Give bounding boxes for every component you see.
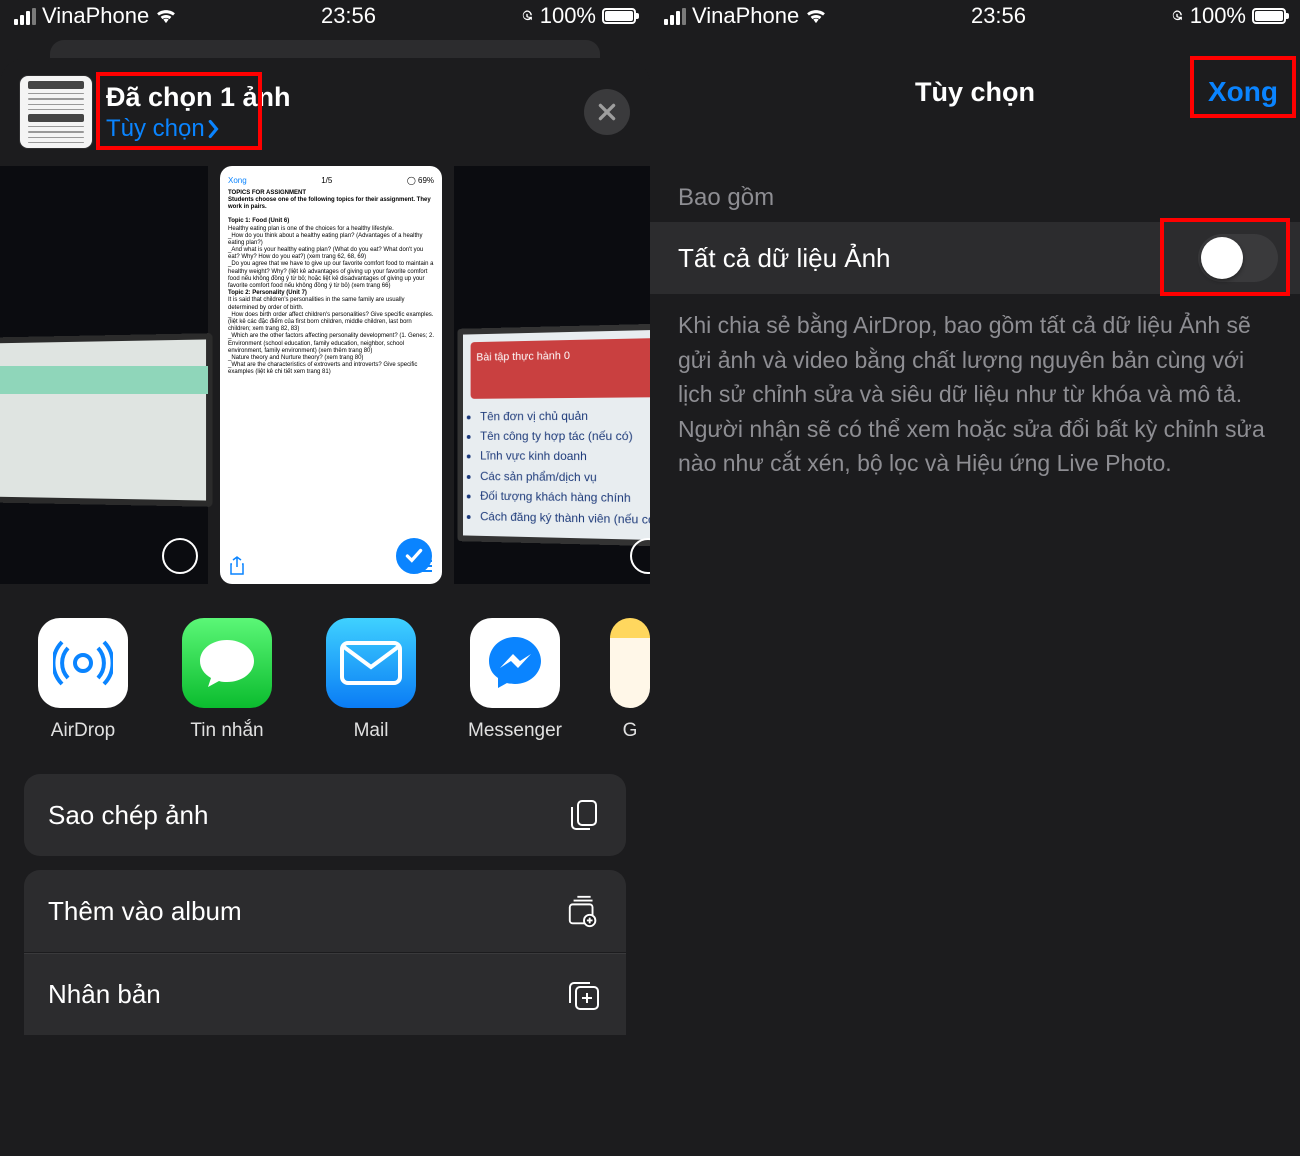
selected-thumbnail[interactable] xyxy=(20,76,92,148)
add-album-icon xyxy=(566,893,602,929)
battery-icon xyxy=(1252,8,1286,24)
options-header: Tùy chọn Xong xyxy=(650,60,1300,124)
copy-icon xyxy=(566,797,602,833)
rotation-lock-icon xyxy=(1170,7,1184,25)
row-label: Tất cả dữ liệu Ảnh xyxy=(678,243,891,274)
action-add-to-album[interactable]: Thêm vào album xyxy=(24,870,626,952)
close-icon xyxy=(596,101,618,123)
battery-text: 100% xyxy=(1190,3,1246,29)
share-sheet-header: Đã chọn 1 ảnh Tùy chọn xyxy=(0,76,650,166)
messages-icon xyxy=(182,618,272,708)
selection-circle[interactable] xyxy=(162,538,198,574)
photo-item[interactable]: Bài tập thực hành 0 Tên đơn vị chủ quản … xyxy=(454,166,650,584)
phone-left: VinaPhone 23:56 100% Đã chọn 1 ảnh Tùy c… xyxy=(0,0,650,1156)
options-title: Tùy chọn xyxy=(915,77,1035,108)
share-actions: Sao chép ảnh Thêm vào album Nhân bản xyxy=(0,774,650,1035)
toggle-all-photo-data[interactable] xyxy=(1198,234,1278,282)
clock: 23:56 xyxy=(971,3,1026,29)
battery-text: 100% xyxy=(540,3,596,29)
share-app-more[interactable]: G xyxy=(610,618,650,742)
phone-right: VinaPhone 23:56 100% Tùy chọn Xong Bao g… xyxy=(650,0,1300,1156)
signal-icon xyxy=(664,8,686,25)
signal-icon xyxy=(14,8,36,25)
hint-text: Khi chia sẻ bằng AirDrop, bao gồm tất cả… xyxy=(650,294,1300,481)
duplicate-icon xyxy=(566,977,602,1013)
mail-icon xyxy=(326,618,416,708)
share-icon[interactable] xyxy=(228,556,246,576)
rotation-lock-icon xyxy=(520,7,534,25)
action-copy-photo[interactable]: Sao chép ảnh xyxy=(24,774,626,856)
all-photo-data-row[interactable]: Tất cả dữ liệu Ảnh xyxy=(650,222,1300,294)
share-app-messages[interactable]: Tin nhắn xyxy=(178,618,276,742)
share-sheet: Đã chọn 1 ảnh Tùy chọn Xong1/5◯ 69 xyxy=(0,58,650,1156)
close-button[interactable] xyxy=(584,89,630,135)
toggle-knob xyxy=(1201,237,1243,279)
battery-icon xyxy=(602,8,636,24)
section-label: Bao gồm xyxy=(650,124,1300,222)
selection-title: Đã chọn 1 ảnh xyxy=(106,82,570,113)
carrier: VinaPhone xyxy=(692,3,799,29)
wifi-icon xyxy=(155,8,177,24)
options-link[interactable]: Tùy chọn xyxy=(106,115,570,143)
share-app-row[interactable]: AirDrop Tin nhắn Mail Messenger xyxy=(0,618,650,774)
wifi-icon xyxy=(805,8,827,24)
share-app-messenger[interactable]: Messenger xyxy=(466,618,564,742)
share-app-airdrop[interactable]: AirDrop xyxy=(34,618,132,742)
photo-strip[interactable]: Xong1/5◯ 69% TOPICS FOR ASSIGNMENT Stude… xyxy=(0,166,650,618)
share-app-mail[interactable]: Mail xyxy=(322,618,420,742)
status-bar: VinaPhone 23:56 100% xyxy=(650,0,1300,32)
clock: 23:56 xyxy=(321,3,376,29)
chevron-right-icon xyxy=(207,119,221,139)
photo-item[interactable] xyxy=(0,166,208,584)
carrier: VinaPhone xyxy=(42,3,149,29)
action-duplicate[interactable]: Nhân bản xyxy=(24,953,626,1035)
status-bar: VinaPhone 23:56 100% xyxy=(0,0,650,32)
done-button[interactable]: Xong xyxy=(1208,76,1278,108)
notes-icon xyxy=(610,618,650,708)
list-icon[interactable] xyxy=(416,558,434,574)
airdrop-icon xyxy=(38,618,128,708)
messenger-icon xyxy=(470,618,560,708)
photo-item-selected[interactable]: Xong1/5◯ 69% TOPICS FOR ASSIGNMENT Stude… xyxy=(220,166,442,584)
